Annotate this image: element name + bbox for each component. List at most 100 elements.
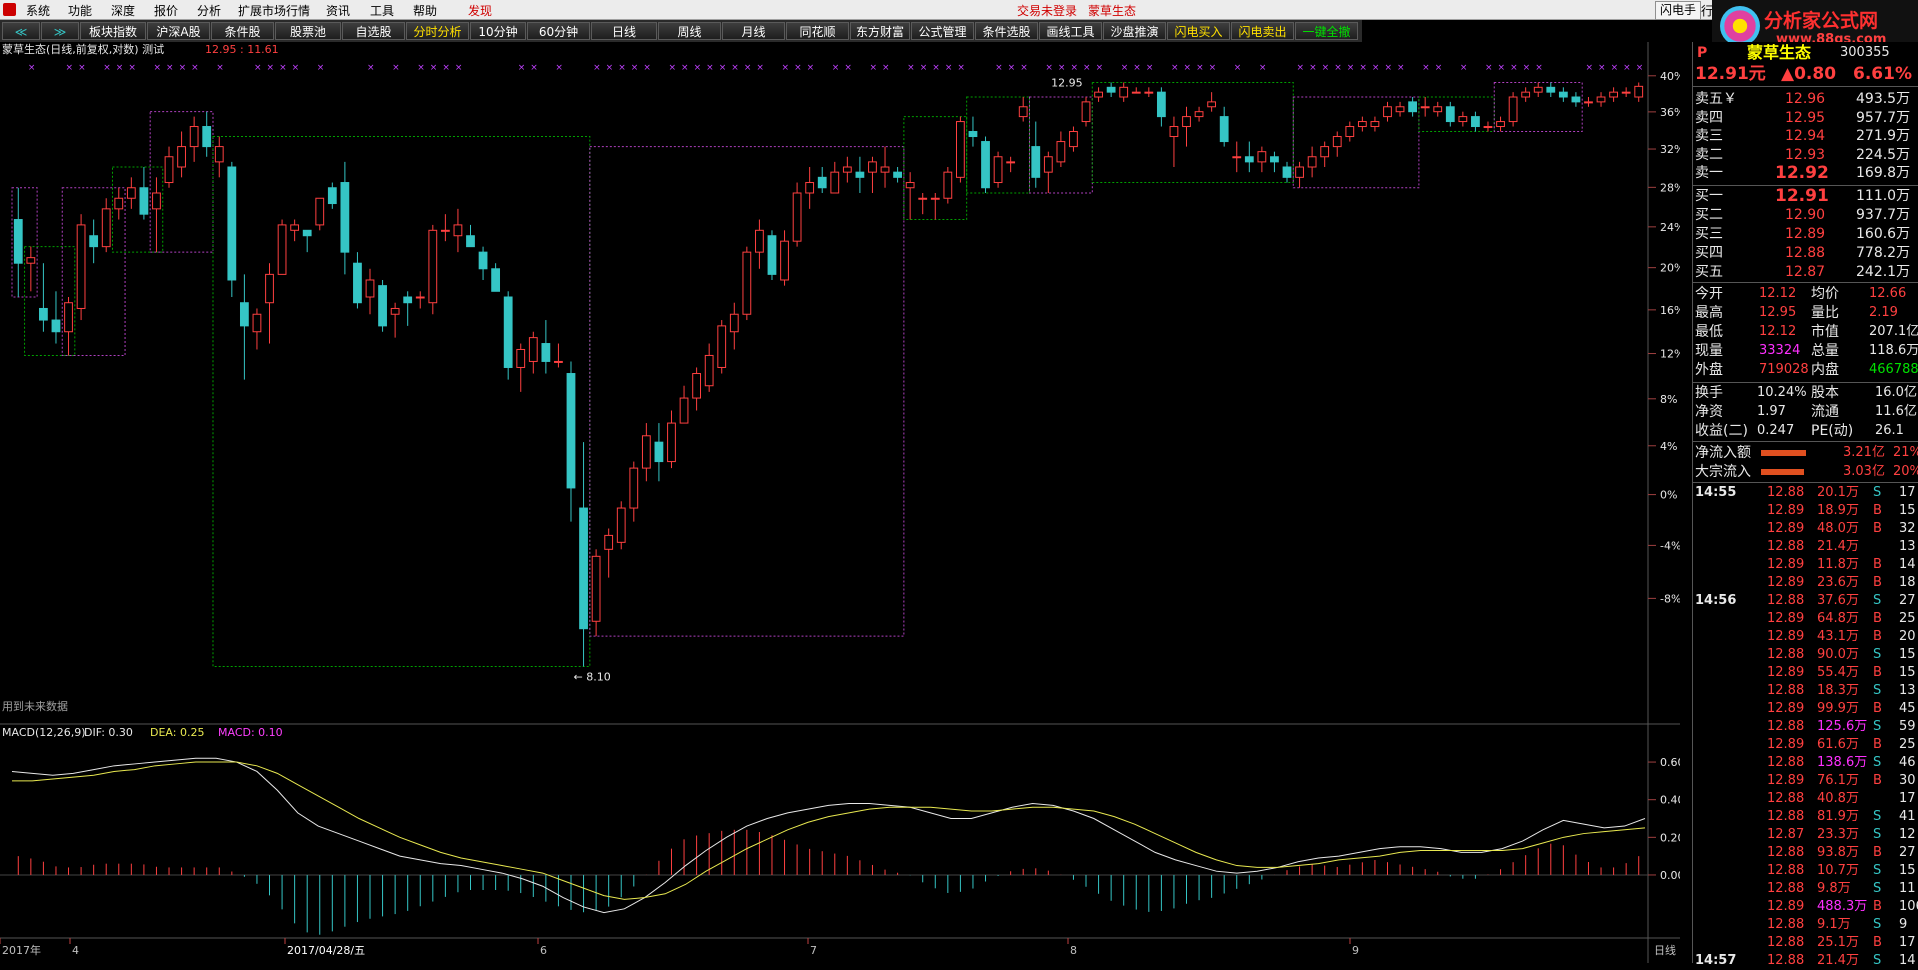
price-row: 12.91元 ▲0.80 6.61% — [1693, 64, 1918, 84]
tick-count: 12 — [1899, 827, 1916, 842]
candle-body — [1496, 121, 1505, 128]
fund-value: 1.97 — [1757, 404, 1786, 419]
tick-volume: 11.8万 — [1817, 557, 1859, 572]
fund-label: 收益(二) — [1695, 423, 1748, 439]
candle-body — [742, 251, 752, 315]
candle-body — [503, 296, 513, 368]
candle-body — [755, 229, 764, 253]
ask-price: 12.92 — [1775, 163, 1829, 183]
signal-x-marker: × — [28, 63, 36, 73]
signal-x-marker: × — [530, 63, 538, 73]
macd-tick-label: 0.60 — [1660, 756, 1680, 769]
candle-body — [1094, 91, 1103, 98]
candle-body — [139, 187, 149, 215]
chart-title: 蒙草生态(日线,前复权,对数) 测试 — [2, 42, 164, 56]
tick-price: 12.89 — [1767, 701, 1805, 716]
signal-x-marker: × — [103, 63, 111, 73]
tick-side: B — [1873, 935, 1882, 950]
candle-body — [993, 156, 1003, 184]
tick-side: S — [1873, 953, 1882, 968]
signal-x-marker: × — [317, 63, 325, 73]
tab-10min[interactable]: 10分钟 — [470, 22, 526, 40]
menu-help[interactable]: 帮助 — [413, 2, 437, 19]
menu-analysis[interactable]: 分析 — [197, 2, 221, 19]
tick-count: 18 — [1899, 575, 1916, 590]
tick-row: 12.88 18.3万 S 13 — [1693, 682, 1918, 700]
tab-sandbox[interactable]: 沙盘推演 — [1103, 22, 1166, 40]
signal-x-marker: × — [1498, 63, 1506, 73]
back-button[interactable]: ≪ — [2, 22, 40, 40]
candle-body — [327, 187, 337, 205]
candle-body — [817, 176, 827, 189]
signal-x-marker: × — [392, 63, 400, 73]
tab-weekly[interactable]: 周线 — [658, 22, 721, 40]
tab-tonghuashun[interactable]: 同花顺 — [786, 22, 849, 40]
flow-pct: 20% — [1893, 464, 1918, 479]
candle-body — [1571, 96, 1581, 103]
menu-function[interactable]: 功能 — [68, 2, 92, 19]
tab-watchlist[interactable]: 自选股 — [342, 22, 405, 40]
tab-stock-pool[interactable]: 股票池 — [275, 22, 341, 40]
menu-quote[interactable]: 报价 — [154, 2, 178, 19]
fast-buy-button[interactable]: 闪电买入 — [1167, 22, 1230, 40]
stat-value: 33324 — [1759, 343, 1801, 358]
ask-price: 12.93 — [1785, 146, 1826, 163]
signal-x-marker: × — [1347, 63, 1355, 73]
candle-body — [1257, 151, 1267, 163]
candle-body — [767, 235, 777, 275]
candle-body — [164, 156, 174, 184]
stat-label: 市值 — [1811, 324, 1839, 340]
cancel-all-button[interactable]: 一键全撤 — [1295, 22, 1358, 40]
tab-intraday[interactable]: 分时分析 — [406, 22, 469, 40]
candle-body — [252, 313, 262, 333]
future-data-note: 用到未来数据 — [2, 699, 68, 713]
tab-monthly[interactable]: 月线 — [722, 22, 785, 40]
menu-news[interactable]: 资讯 — [326, 2, 350, 19]
menu-discover[interactable]: 发现 — [468, 2, 492, 19]
flow-bar — [1761, 469, 1804, 475]
forward-button[interactable]: ≫ — [41, 22, 79, 40]
tab-hs-a-shares[interactable]: 沪深A股 — [147, 22, 210, 40]
quote-panel: P 蒙草生态 300355 12.91元 ▲0.80 6.61% 卖五￥ 12.9… — [1692, 42, 1918, 968]
tick-volume: 18.3万 — [1817, 683, 1859, 698]
candle-body — [654, 441, 664, 463]
signal-x-marker: × — [907, 63, 915, 73]
tab-condition-stocks[interactable]: 条件股 — [211, 22, 274, 40]
candle-body — [604, 534, 614, 550]
tick-volume: 23.3万 — [1817, 827, 1859, 842]
menu-system[interactable]: 系统 — [26, 2, 50, 19]
tab-eastmoney[interactable]: 东方财富 — [850, 22, 910, 40]
tab-condition-select[interactable]: 条件选股 — [975, 22, 1038, 40]
tick-row: 12.88 40.8万 17 — [1693, 790, 1918, 808]
fast-hand-button[interactable]: 闪电手 — [1655, 1, 1702, 20]
candle-body — [1383, 106, 1392, 118]
tab-formula-manage[interactable]: 公式管理 — [911, 22, 974, 40]
candle-body — [466, 235, 475, 248]
tab-daily[interactable]: 日线 — [591, 22, 657, 40]
dif-label: DIF: 0.30 — [84, 726, 133, 739]
tick-price: 12.89 — [1767, 899, 1805, 914]
tab-60min[interactable]: 60分钟 — [527, 22, 590, 40]
tick-side: B — [1873, 611, 1882, 626]
ask-label: 卖二 — [1695, 146, 1723, 163]
flower-logo-icon — [1720, 6, 1760, 46]
y-tick-label: 36% — [1660, 106, 1680, 119]
tick-side: S — [1873, 863, 1882, 878]
kline-chart[interactable]: 蒙草生态(日线,前复权,对数) 测试 12.95 : 11.61 用到未来数据 … — [0, 42, 1680, 963]
candle-body — [554, 360, 563, 363]
candle-body — [868, 161, 877, 173]
tab-sector-index[interactable]: 板块指数 — [80, 22, 146, 40]
logo-name: 分析家公式网 — [1764, 10, 1879, 32]
signal-x-marker: × — [279, 63, 287, 73]
menu-depth[interactable]: 深度 — [111, 2, 135, 19]
menu-tools[interactable]: 工具 — [370, 2, 394, 19]
bid-label: 买五 — [1695, 264, 1723, 280]
signal-x-marker: × — [153, 63, 161, 73]
app-icon[interactable] — [3, 3, 16, 16]
tick-row: 12.88 93.8万 B 27 — [1693, 844, 1918, 862]
stat-value: 12.12 — [1759, 324, 1797, 339]
menu-extended-market[interactable]: 扩展市场行情 — [238, 2, 310, 19]
tab-draw-tools[interactable]: 画线工具 — [1039, 22, 1102, 40]
tick-row: 12.88 9.8万 S 11 — [1693, 880, 1918, 898]
fast-sell-button[interactable]: 闪电卖出 — [1231, 22, 1294, 40]
